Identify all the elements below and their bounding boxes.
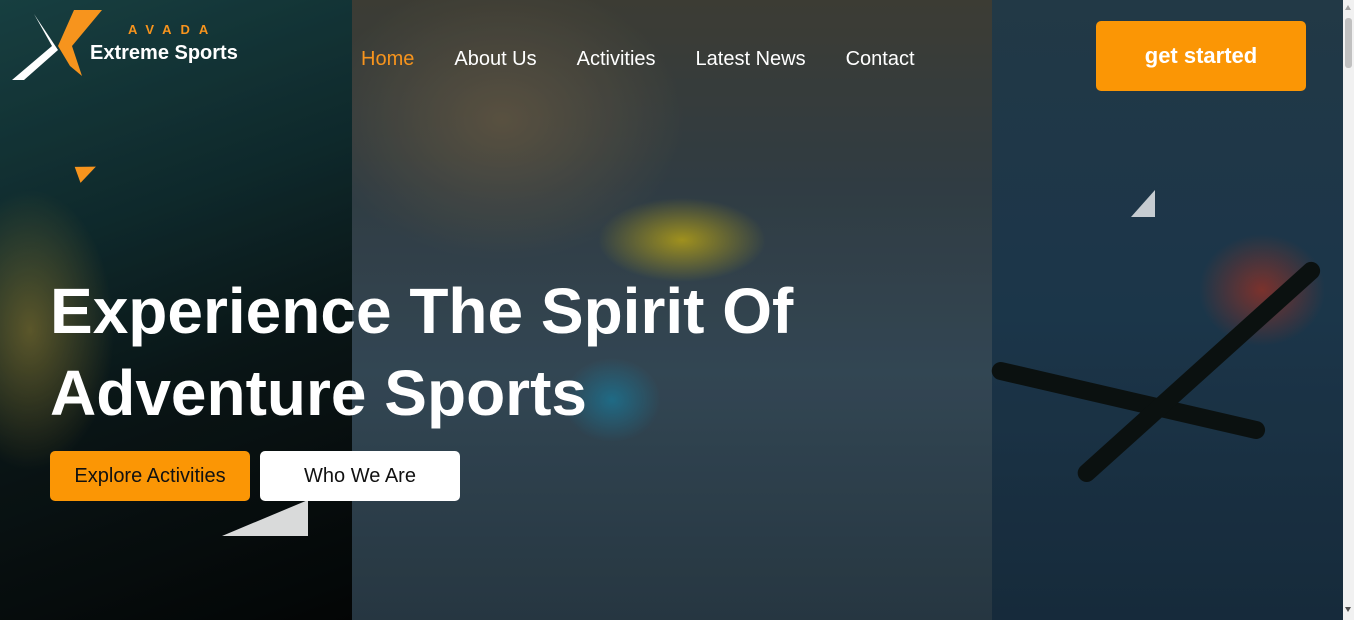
headline-line-1: Experience The Spirit Of bbox=[50, 275, 794, 347]
main-nav: Home About Us Activities Latest News Con… bbox=[341, 48, 935, 71]
site-logo[interactable]: AVADA Extreme Sports bbox=[10, 10, 250, 82]
white-triangle-decoration bbox=[222, 500, 308, 536]
nav-item-latest-news[interactable]: Latest News bbox=[676, 48, 826, 71]
hero-section: AVADA Extreme Sports Home About Us Activ… bbox=[0, 0, 1343, 620]
headline-line-2: Adventure Sports bbox=[50, 357, 587, 429]
nav-item-activities[interactable]: Activities bbox=[557, 48, 676, 71]
nav-item-home[interactable]: Home bbox=[341, 48, 434, 71]
white-triangle-decoration bbox=[1131, 190, 1155, 217]
get-started-button[interactable]: get started bbox=[1096, 21, 1306, 91]
scroll-down-icon[interactable] bbox=[1345, 607, 1351, 612]
nav-item-about-us[interactable]: About Us bbox=[434, 48, 556, 71]
logo-site-name: Extreme Sports bbox=[90, 42, 238, 64]
scrollbar-thumb[interactable] bbox=[1345, 18, 1352, 68]
who-we-are-button[interactable]: Who We Are bbox=[260, 451, 460, 501]
vertical-scrollbar[interactable] bbox=[1343, 0, 1354, 620]
scroll-up-icon[interactable] bbox=[1345, 5, 1351, 10]
logo-brand-text: AVADA bbox=[128, 22, 218, 37]
hero-headline: Experience The Spirit Of Adventure Sport… bbox=[50, 270, 950, 434]
nav-item-contact[interactable]: Contact bbox=[826, 48, 935, 71]
explore-activities-button[interactable]: Explore Activities bbox=[50, 451, 250, 501]
